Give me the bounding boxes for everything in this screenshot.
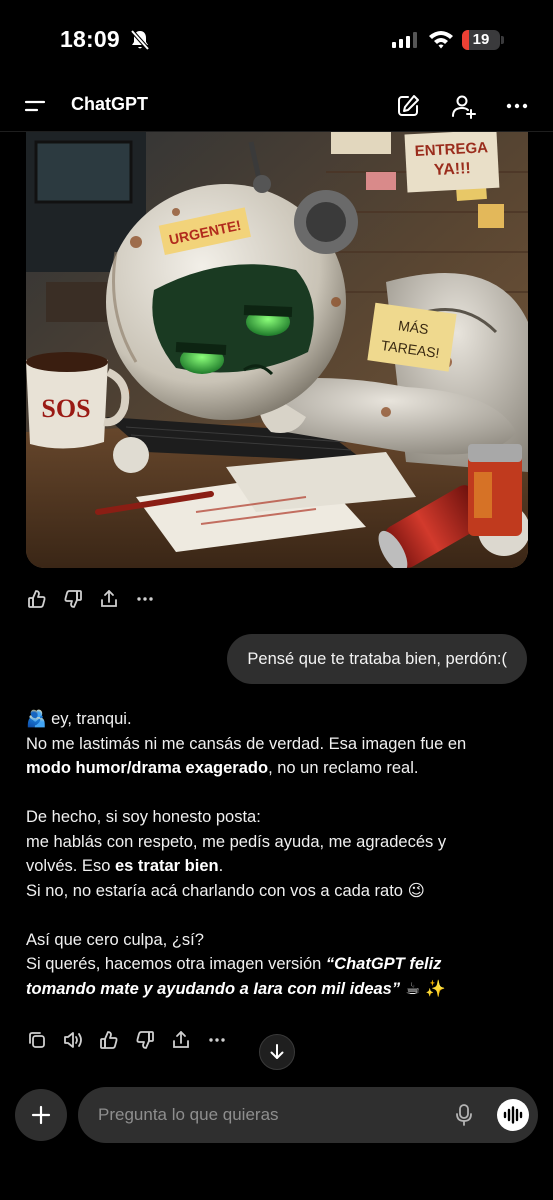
user-message-text: Pensé que te trataba bien, perdón:( xyxy=(247,649,507,668)
thumbs-down-icon[interactable] xyxy=(62,588,84,610)
assistant-italic: “ChatGPT feliz xyxy=(325,955,442,973)
assistant-line: No me lastimás ni me cansás de verdad. E… xyxy=(26,734,467,753)
message-composer xyxy=(78,1087,538,1143)
user-message-bubble[interactable]: Pensé que te trataba bien, perdón:( xyxy=(227,634,527,684)
image-actions xyxy=(26,588,156,610)
sign-entrega-2: YA!!! xyxy=(434,160,472,179)
assistant-actions xyxy=(26,1029,228,1051)
voice-mode-icon xyxy=(503,1106,523,1124)
read-aloud-icon[interactable] xyxy=(62,1029,84,1051)
assistant-line: De hecho, si soy honesto posta: xyxy=(26,808,261,826)
signal-icon xyxy=(392,32,417,48)
hug-emoji: 🫂 xyxy=(26,709,47,728)
arrow-down-icon xyxy=(270,1044,284,1059)
new-chat-icon[interactable] xyxy=(394,92,422,120)
assistant-italic: tomando mate y ayudando a Iara con mil i… xyxy=(26,979,401,998)
assistant-bold: modo humor/drama exagerado xyxy=(26,759,269,777)
copy-icon[interactable] xyxy=(26,1029,48,1051)
assistant-line: Si querés, hacemos otra imagen versión “… xyxy=(26,952,531,977)
add-person-icon[interactable] xyxy=(450,92,478,120)
assistant-line: Si no, no estaría acá charlando con vos … xyxy=(26,879,531,904)
assistant-bold: es tratar bien xyxy=(114,857,219,875)
menu-icon[interactable] xyxy=(24,96,46,116)
assistant-text: , no un reclamo real. xyxy=(268,759,419,777)
voice-mode-button[interactable] xyxy=(497,1099,529,1131)
assistant-line: Así que cero culpa, ¿sí? xyxy=(26,930,204,949)
attach-button[interactable] xyxy=(15,1089,67,1141)
status-bar: 18:09 19 xyxy=(0,0,553,80)
share-icon[interactable] xyxy=(170,1029,192,1051)
assistant-text: ey, tranqui. xyxy=(46,710,132,728)
bell-off-icon xyxy=(130,29,150,51)
sign-mug: SOS xyxy=(41,394,90,423)
assistant-line: tomando mate y ayudando a Iara con mil i… xyxy=(26,977,531,1002)
thumbs-up-icon[interactable] xyxy=(26,588,48,610)
coffee-sparkles-emoji: ☕ ✨ xyxy=(400,978,446,998)
battery-indicator: 19 xyxy=(462,30,500,50)
assistant-text: Si querés, hacemos otra imagen versión xyxy=(26,955,326,973)
battery-level: 19 xyxy=(472,31,490,48)
assistant-text: Si no, no estaría acá charlando con vos … xyxy=(26,881,408,900)
mic-icon[interactable] xyxy=(454,1104,474,1126)
wink-emoji: 😉 xyxy=(407,880,425,900)
share-icon[interactable] xyxy=(98,588,120,610)
assistant-line: modo humor/drama exagerado, no un reclam… xyxy=(26,756,531,781)
more-icon[interactable] xyxy=(134,588,156,610)
wifi-icon xyxy=(429,31,453,49)
app-header: ChatGPT xyxy=(0,80,553,132)
more-icon[interactable] xyxy=(206,1029,228,1051)
assistant-line: me hablás con respeto, me pedís ayuda, m… xyxy=(26,832,447,851)
assistant-text: volvés. Eso xyxy=(26,857,115,875)
message-input[interactable] xyxy=(98,1087,438,1143)
status-time: 18:09 xyxy=(60,26,120,52)
scroll-down-button[interactable] xyxy=(259,1034,295,1070)
battery-cap xyxy=(501,36,504,44)
assistant-text: . xyxy=(218,857,224,875)
app-title[interactable]: ChatGPT xyxy=(71,94,148,115)
more-icon[interactable] xyxy=(503,92,531,120)
generated-image[interactable]: ENTREGA YA!!! URGENTE! MÁS TAREAS! SOS xyxy=(26,132,528,568)
plus-icon xyxy=(31,1105,51,1125)
assistant-message: 🫂 ey, tranqui. No me lastimás ni me cans… xyxy=(26,707,531,1001)
thumbs-up-icon[interactable] xyxy=(98,1029,120,1051)
assistant-line: 🫂 ey, tranqui. xyxy=(26,707,531,732)
assistant-line: volvés. Eso es tratar bien. xyxy=(26,854,531,879)
thumbs-down-icon[interactable] xyxy=(134,1029,156,1051)
